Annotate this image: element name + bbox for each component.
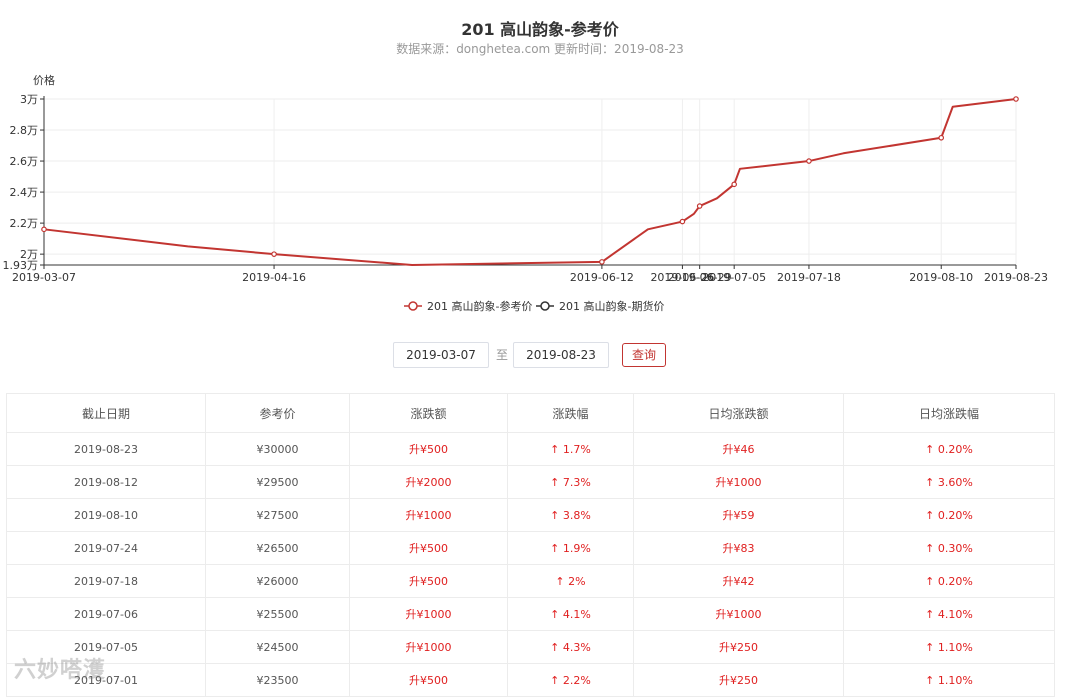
table-cell: 升¥1000 [349,597,508,631]
table-cell: 2019-08-23 [6,432,206,466]
table-cell: 升¥42 [633,564,844,598]
y-tick-label: 2.8万 [10,124,39,137]
x-tick-label: 2019-06-12 [570,271,634,284]
column-header: 涨跌额 [349,393,508,433]
table-cell: ¥26000 [205,564,350,598]
table-cell: ↑ 0.20% [843,432,1055,466]
data-point [271,251,277,257]
table-cell: ¥27500 [205,498,350,532]
table-row: 2019-07-06 ¥25500 升¥1000 ↑ 4.1% 升¥1000 ↑ 4.10… [6,597,1055,631]
x-tick-label: 2019-07-05 [702,271,766,284]
y-tick-label: 2.6万 [10,155,39,168]
data-point [806,158,812,164]
column-header: 日均涨跌额 [633,393,844,433]
data-point [938,134,945,141]
table-cell: ¥26500 [205,531,350,565]
table-row: 2019-07-18 ¥26000 升¥500 ↑ 2% 升¥42 ↑ 0.20% [6,564,1055,598]
table-cell: ↑ 7.3% [507,465,634,499]
table-cell: ↑ 3.60% [843,465,1055,499]
price-table: 截止日期 参考价 涨跌额 涨跌幅 日均涨跌额 日均涨跌幅 2019-08-23 ¥30000… [6,393,1055,697]
x-tick-label: 2019-04-16 [242,271,306,284]
table-cell: ¥29500 [205,465,350,499]
x-tick-label: 2019-08-23 [984,271,1048,284]
table-cell: 升¥2000 [349,465,508,499]
table-cell: 升¥250 [633,630,844,664]
table-cell: ¥25500 [205,597,350,631]
to-label: 至 [496,348,509,362]
y-tick-label: 2.4万 [10,186,39,199]
date-filter: 至 查询 [0,342,1080,370]
table-cell: 2019-08-12 [6,465,206,499]
table-cell: 升¥46 [633,432,844,466]
table-cell: ↑ 0.30% [843,531,1055,565]
data-point [1013,96,1019,102]
x-tick-label: 2019-03-07 [12,271,76,284]
table-row: 2019-07-24 ¥26500 升¥500 ↑ 1.9% 升¥83 ↑ 0.30% [6,531,1055,565]
start-date-input[interactable] [393,342,489,368]
table-cell: 升¥500 [349,564,508,598]
series-line-reference-price [43,98,1017,266]
query-button[interactable]: 查询 [622,343,666,367]
table-cell: 2019-07-18 [6,564,206,598]
table-cell: ↑ 4.3% [507,630,634,664]
price-line-chart: 3万2.8万2.6万2.4万2.2万2万1.93万价格2019-03-07 201… [3,73,1048,313]
data-point [41,226,47,233]
data-point [731,181,737,188]
y-tick-label: 3万 [20,93,38,106]
x-tick-label: 2019-08-10 [909,271,973,284]
table-cell: ↑ 1.10% [843,630,1055,664]
column-header: 涨跌幅 [507,393,634,433]
table-cell: 2019-08-10 [6,498,206,532]
column-header: 参考价 [205,393,350,433]
table-cell: 2019-07-06 [6,597,206,631]
table-cell: 升¥59 [633,498,844,532]
table-cell: ↑ 4.1% [507,597,634,631]
table-cell: ↑ 1.7% [507,432,634,466]
table-cell: ↑ 3.8% [507,498,634,532]
y-axis-label: 价格 [33,73,55,87]
table-cell: ↑ 0.20% [843,564,1055,598]
table-cell: ↑ 0.20% [843,498,1055,532]
table-cell: 升¥83 [633,531,844,565]
table-cell: 2019-07-24 [6,531,206,565]
data-point [696,203,703,209]
table-cell: ¥24500 [205,630,350,664]
table-header-row: 截止日期 参考价 涨跌额 涨跌幅 日均涨跌额 日均涨跌幅 [6,393,1055,433]
table-cell: ¥30000 [205,432,350,466]
x-tick-label: 2019-07-18 [777,271,841,284]
table-row: 2019-08-12 ¥29500 升¥2000 ↑ 7.3% 升¥1000 ↑ 3.60… [6,465,1055,499]
legend-label: 201 高山韵象-期货价 [559,299,664,313]
end-date-input[interactable] [513,342,609,368]
data-point [599,259,605,265]
column-header: 日均涨跌幅 [843,393,1055,433]
legend-marker [408,301,418,311]
legend-label: 201 高山韵象-参考价 [427,299,532,313]
table-cell: ↑ 4.10% [843,597,1055,631]
table-cell: ↑ 2% [507,564,634,598]
y-tick-label: 2.2万 [10,217,39,230]
table-cell: 升¥1000 [349,630,508,664]
table-cell: 升¥1000 [633,597,844,631]
table-cell: 升¥1000 [349,498,508,532]
table-cell: 升¥500 [349,531,508,565]
table-row: 2019-08-10 ¥27500 升¥1000 ↑ 3.8% 升¥59 ↑ 0.20% [6,498,1055,532]
table-row: 2019-07-05 ¥24500 升¥1000 ↑ 4.3% 升¥250 ↑ 1.10% [6,630,1055,664]
table-cell: ↑ 1.9% [507,531,634,565]
legend-marker [540,301,550,311]
watermark-logo: 六妙嗒濩 [14,658,107,683]
table-cell: 升¥500 [349,432,508,466]
table-row: 2019-08-23 ¥30000 升¥500 ↑ 1.7% 升¥46 ↑ 0.20% [6,432,1055,466]
column-header: 截止日期 [6,393,206,433]
table-cell: 升¥1000 [633,465,844,499]
data-point [679,218,686,225]
